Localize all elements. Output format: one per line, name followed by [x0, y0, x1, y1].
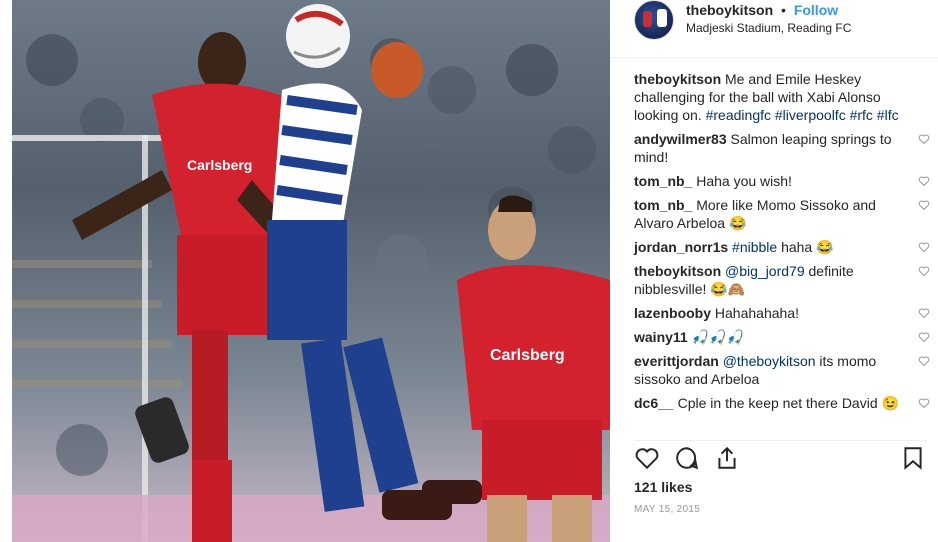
comment-mention[interactable]: @big_jord79 — [725, 263, 805, 279]
small-heart-icon[interactable] — [918, 355, 930, 367]
small-heart-icon[interactable] — [918, 175, 930, 187]
comment-item: andywilmer83 Salmon leaping springs to m… — [634, 130, 934, 166]
comment-username[interactable]: dc6__ — [634, 395, 674, 411]
comment-username[interactable]: lazenbooby — [634, 305, 711, 321]
comment-item: tom_nb_ Haha you wish! — [634, 172, 934, 190]
comment-item: dc6__ Cple in the keep net there David 😉 — [634, 394, 934, 412]
caption-username[interactable]: theboykitson — [634, 71, 721, 87]
comment-username[interactable]: jordan_norr1s — [634, 239, 728, 255]
header-username[interactable]: theboykitson — [686, 2, 773, 18]
comment-username[interactable]: tom_nb_ — [634, 173, 692, 189]
comment-item: jordan_norr1s #nibble haha 😂 — [634, 238, 934, 256]
post-date: MAY 15, 2015 — [634, 504, 701, 515]
comment-text: Haha you wish! — [696, 173, 792, 189]
small-heart-icon[interactable] — [918, 199, 930, 211]
separator-dot: • — [781, 2, 786, 18]
comment-icon[interactable] — [674, 445, 700, 471]
heart-icon[interactable] — [634, 445, 660, 471]
football — [286, 4, 350, 68]
comment-username[interactable]: everittjordan — [634, 353, 719, 369]
small-heart-icon[interactable] — [918, 133, 930, 145]
comment-text: haha 😂 — [781, 239, 834, 255]
post-panel: theboykitson • Follow Madjeski Stadium, … — [610, 0, 938, 542]
caption: theboykitson Me and Emile Heskey challen… — [634, 70, 934, 124]
comment-username[interactable]: tom_nb_ — [634, 197, 692, 213]
sponsor-text-right: Carlsberg — [490, 347, 565, 364]
post-header: theboykitson • Follow Madjeski Stadium, … — [610, 0, 938, 58]
comment-mention[interactable]: #nibble — [732, 239, 777, 255]
small-heart-icon[interactable] — [918, 397, 930, 409]
comment-item: wainy11 🎣🎣🎣 — [634, 328, 934, 346]
comment-item: lazenbooby Hahahahaha! — [634, 304, 934, 322]
follow-button[interactable]: Follow — [794, 2, 838, 18]
comment-username[interactable]: theboykitson — [634, 263, 721, 279]
comment-item: tom_nb_ More like Momo Sissoko and Alvar… — [634, 196, 934, 232]
comment-text: 🎣🎣🎣 — [691, 329, 744, 345]
small-heart-icon[interactable] — [918, 265, 930, 277]
share-icon[interactable] — [714, 445, 740, 471]
comment-mention[interactable]: @theboykitson — [723, 353, 816, 369]
comment-text: Cple in the keep net there David 😉 — [677, 395, 899, 411]
header-username-row: theboykitson • Follow — [686, 2, 838, 18]
small-heart-icon[interactable] — [918, 241, 930, 253]
small-heart-icon[interactable] — [918, 331, 930, 343]
likes-count[interactable]: 121 likes — [634, 479, 692, 495]
comment-username[interactable]: andywilmer83 — [634, 131, 727, 147]
sponsor-text-left: Carlsberg — [187, 157, 252, 173]
comment-username[interactable]: wainy11 — [634, 329, 688, 345]
football-photo-illustration: Carlsberg Carlsberg — [12, 4, 610, 542]
action-bar — [634, 440, 926, 472]
small-heart-icon[interactable] — [918, 307, 930, 319]
location-link[interactable]: Madjeski Stadium, Reading FC — [686, 21, 851, 35]
comment-text: Hahahahaha! — [714, 305, 799, 321]
comments-list: theboykitson Me and Emile Heskey challen… — [634, 70, 934, 418]
caption-hashtags[interactable]: #readingfc #liverpoolfc #rfc #lfc — [706, 107, 899, 123]
comment-item: theboykitson @big_jord79 definite nibble… — [634, 262, 934, 298]
comment-item: everittjordan @theboykitson its momo sis… — [634, 352, 934, 388]
bookmark-icon[interactable] — [900, 445, 926, 471]
post-photo[interactable]: Carlsberg Carlsberg — [12, 0, 610, 542]
avatar[interactable] — [634, 0, 674, 40]
